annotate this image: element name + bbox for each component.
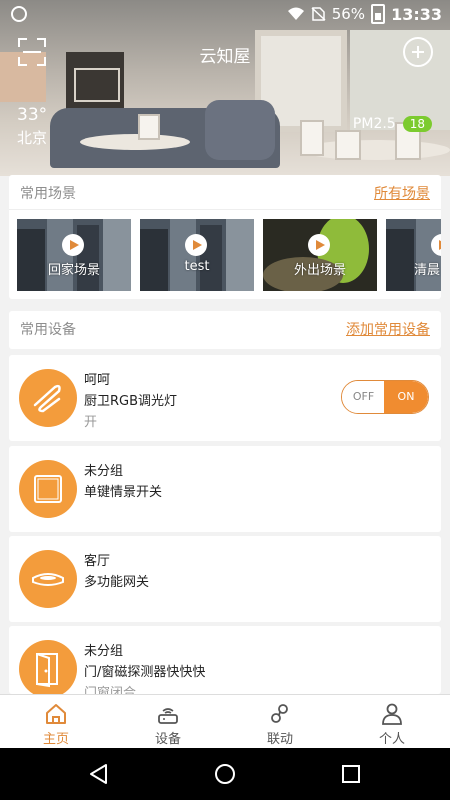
system-nav-bar (0, 748, 450, 800)
toggle-off-label: OFF (342, 381, 385, 413)
door-sensor-icon (19, 640, 77, 694)
cup (300, 120, 324, 156)
battery-percent: 56% (331, 5, 366, 23)
coffee-table (80, 134, 190, 150)
tab-label: 联动 (266, 732, 293, 747)
scene-tile[interactable]: 清晨 (386, 219, 441, 291)
scene-label: 回家场景 (47, 263, 100, 278)
tab-label: 设备 (154, 732, 181, 747)
device-status: 开 (84, 415, 98, 430)
temperature: 33° (17, 105, 48, 125)
device-status: 门窗闭合 (84, 686, 137, 694)
device-room: 呵呵 (84, 373, 111, 388)
scene-label: 清晨 (414, 263, 441, 278)
device-card[interactable]: 客厅 多功能网关 (9, 536, 441, 622)
device-room: 未分组 (84, 464, 124, 479)
clock: 13:33 (391, 4, 442, 24)
device-room: 客厅 (84, 554, 111, 569)
power-toggle[interactable]: OFF ON (341, 380, 429, 414)
devices-header: 常用设备 添加常用设备 (9, 311, 441, 349)
play-icon[interactable] (185, 234, 207, 256)
gateway-icon (19, 550, 77, 608)
scene-tile[interactable]: 外出场景 (263, 219, 377, 291)
home-button-icon[interactable] (212, 761, 238, 787)
link-icon (271, 704, 288, 723)
scene-tile[interactable]: test (140, 219, 254, 291)
back-icon[interactable] (86, 761, 112, 787)
device-name: 厨卫RGB调光灯 (84, 394, 178, 409)
play-icon[interactable] (62, 234, 84, 256)
sofa-arm (205, 100, 275, 160)
device-card[interactable]: 未分组 单键情景开关 (9, 446, 441, 532)
page-title: 云知屋 (199, 47, 251, 67)
status-bar: 56% 13:33 (0, 0, 450, 28)
device-name: 多功能网关 (84, 575, 150, 590)
scene-tile[interactable]: 回家场景 (17, 219, 131, 291)
scenes-card: 常用场景 所有场景 回家场景 test 外出场景 清晨 (9, 175, 441, 299)
tab-home[interactable]: 主页 (0, 695, 112, 749)
all-scenes-link[interactable]: 所有场景 (374, 183, 430, 203)
scenes-title: 常用场景 (20, 186, 76, 202)
pm25-label: PM2.5 (352, 116, 396, 132)
no-sim-icon (311, 7, 326, 21)
bottom-tab-bar: 主页 设备 联动 个人 (0, 694, 450, 749)
add-icon[interactable] (403, 37, 433, 67)
battery-icon (371, 4, 386, 24)
pm25-indicator: PM2.5 18 (353, 116, 432, 132)
tab-linkage[interactable]: 联动 (224, 695, 336, 749)
scenes-header: 常用场景 所有场景 (9, 175, 441, 210)
tab-devices[interactable]: 设备 (112, 695, 224, 749)
person-icon (382, 703, 402, 725)
scene-label: 外出场景 (293, 263, 346, 278)
device-name: 门/窗磁探测器快快快 (84, 665, 206, 680)
device-card[interactable]: 呵呵 厨卫RGB调光灯 开 OFF ON (9, 355, 441, 441)
devices-title: 常用设备 (20, 322, 76, 338)
scene-image (386, 219, 441, 291)
device-name: 单键情景开关 (84, 485, 163, 500)
wifi-icon (287, 7, 304, 20)
cup (335, 130, 361, 160)
add-device-link[interactable]: 添加常用设备 (346, 319, 430, 339)
home-icon (46, 704, 66, 724)
cup (138, 114, 160, 140)
toggle-on-label: ON (384, 381, 428, 413)
router-icon (158, 708, 178, 724)
device-card[interactable]: 未分组 门/窗磁探测器快快快 门窗闭合 (9, 626, 441, 694)
scene-list: 回家场景 test 外出场景 清晨 (17, 219, 441, 291)
hero-banner: 56% 13:33 云知屋 33° 北京 PM2.5 18 (0, 0, 450, 176)
recents-icon[interactable] (338, 761, 364, 787)
scene-switch-icon (19, 460, 77, 518)
tab-label: 主页 (42, 732, 69, 747)
scene-label: test (184, 259, 210, 274)
device-room: 未分组 (84, 644, 124, 659)
notification-icon (11, 6, 27, 22)
tab-profile[interactable]: 个人 (336, 695, 448, 749)
tab-label: 个人 (378, 732, 405, 747)
city: 北京 (17, 129, 48, 147)
dimmer-light-icon (19, 369, 77, 427)
pm25-badge: 18 (402, 116, 432, 132)
play-icon[interactable] (308, 234, 330, 256)
